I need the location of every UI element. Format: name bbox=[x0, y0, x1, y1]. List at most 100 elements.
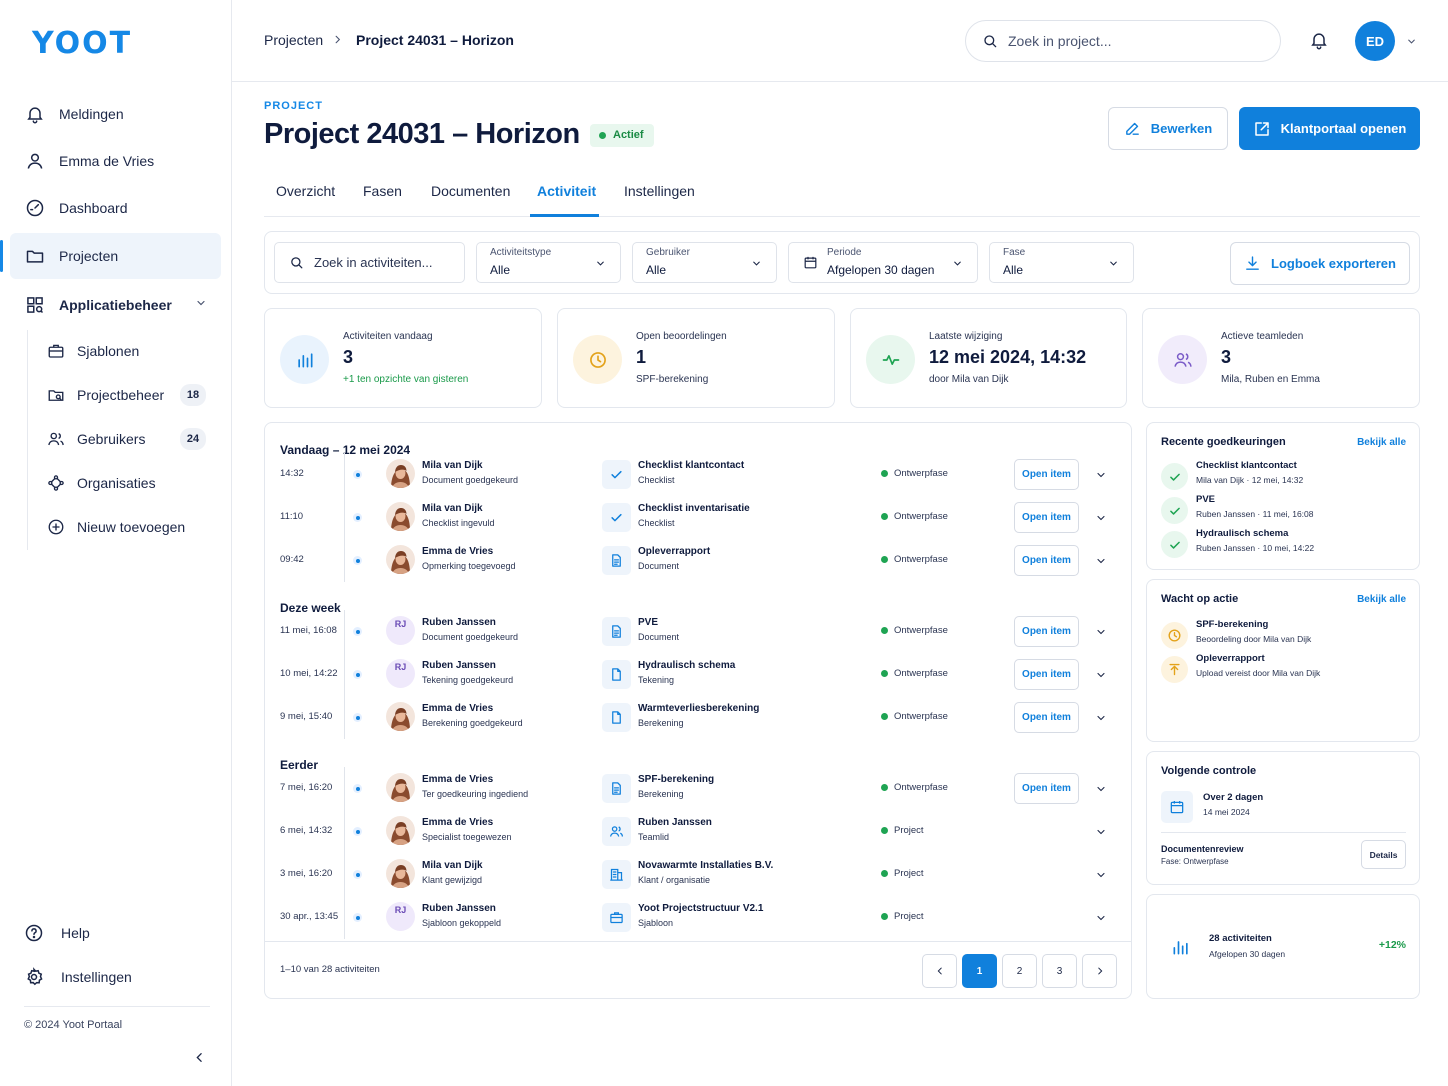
expand-row-chevron-icon[interactable] bbox=[1095, 626, 1107, 638]
activity-user: Mila van Dijk bbox=[422, 503, 483, 514]
tab-instellingen[interactable]: Instellingen bbox=[624, 183, 695, 199]
phase-select[interactable]: Fase Alle bbox=[989, 242, 1134, 283]
page-button-3[interactable]: 3 bbox=[1042, 954, 1077, 988]
open-item-button[interactable]: Open item bbox=[1014, 616, 1079, 647]
open-item-button[interactable]: Open item bbox=[1014, 459, 1079, 490]
waiting-item[interactable]: SPF-berekening Beoordeling door Mila van… bbox=[1161, 619, 1406, 651]
tab-documenten[interactable]: Documenten bbox=[431, 183, 510, 199]
activity-search-input[interactable]: Zoek in activiteiten... bbox=[274, 242, 465, 283]
open-item-button[interactable]: Open item bbox=[1014, 659, 1079, 690]
collapse-sidebar-button[interactable] bbox=[193, 1051, 206, 1064]
open-portal-button[interactable]: Klantportaal openen bbox=[1239, 107, 1420, 150]
user-avatar-initials: RJ bbox=[386, 902, 415, 931]
activity-stats-card: 28 activiteiten Afgelopen 30 dagen +12% bbox=[1146, 894, 1420, 999]
expand-row-chevron-icon[interactable] bbox=[1095, 912, 1107, 924]
sidebar-subitem-label: Projectbeheer bbox=[77, 387, 165, 403]
export-log-button[interactable]: Logboek exporteren bbox=[1230, 242, 1410, 285]
search-input[interactable]: Zoek in project... bbox=[965, 20, 1281, 62]
view-all-approvals-link[interactable]: Bekijk alle bbox=[1357, 437, 1406, 448]
sidebar-subitem-nieuw-toevoegen[interactable]: Nieuw toevoegen bbox=[46, 507, 211, 547]
activity-row[interactable]: 6 mei, 14:32 Emma de Vries Specialist toeg… bbox=[265, 810, 1131, 853]
activity-object[interactable]: SPF-berekening bbox=[638, 774, 714, 785]
page-button-2[interactable]: 2 bbox=[1002, 954, 1037, 988]
approval-item[interactable]: PVE Ruben Janssen · 11 mei, 16:08 bbox=[1161, 494, 1406, 526]
activity-object[interactable]: Checklist klantcontact bbox=[638, 460, 744, 471]
tab-fasen[interactable]: Fasen bbox=[363, 183, 402, 199]
sidebar-item-instellingen[interactable]: Instellingen bbox=[24, 967, 132, 987]
waiting-item[interactable]: Opleverrapport Upload vereist door Mila … bbox=[1161, 653, 1406, 685]
details-button[interactable]: Details bbox=[1361, 840, 1406, 869]
activity-object[interactable]: Hydraulisch schema bbox=[638, 660, 735, 671]
expand-row-chevron-icon[interactable] bbox=[1095, 469, 1107, 481]
select-value: Alle bbox=[490, 263, 511, 277]
activity-object[interactable]: Novawarmte Installaties B.V. bbox=[638, 860, 773, 871]
activity-row[interactable]: 11 mei, 16:08 RJ Ruben Janssen Document goe… bbox=[265, 610, 1131, 653]
expand-row-chevron-icon[interactable] bbox=[1095, 512, 1107, 524]
search-icon bbox=[289, 255, 304, 270]
edit-button[interactable]: Bewerken bbox=[1108, 107, 1228, 150]
sidebar-item-profile[interactable]: Emma de Vries bbox=[10, 138, 221, 184]
sidebar-subitem-organisaties[interactable]: Organisaties bbox=[46, 463, 211, 503]
activity-phase: Project bbox=[881, 825, 924, 836]
activity-object[interactable]: Checklist inventarisatie bbox=[638, 503, 750, 514]
clock-icon bbox=[1161, 622, 1188, 649]
breadcrumb-projecten[interactable]: Projecten bbox=[264, 32, 323, 48]
tab-activiteit[interactable]: Activiteit bbox=[537, 183, 596, 199]
sidebar-item-meldingen[interactable]: Meldingen bbox=[10, 91, 221, 137]
activity-object[interactable]: Yoot Projectstructuur V2.1 bbox=[638, 903, 763, 914]
file-icon bbox=[602, 703, 631, 732]
activity-object[interactable]: PVE bbox=[638, 617, 658, 628]
activity-row[interactable]: 7 mei, 16:20 Emma de Vries Ter goedkeuring… bbox=[265, 767, 1131, 810]
user-select[interactable]: Gebruiker Alle bbox=[632, 242, 777, 283]
approval-item[interactable]: Checklist klantcontact Mila van Dijk · 12… bbox=[1161, 460, 1406, 492]
help-icon bbox=[24, 923, 44, 943]
status-badge: Actief bbox=[590, 124, 654, 147]
open-item-button[interactable]: Open item bbox=[1014, 545, 1079, 576]
activity-row[interactable]: 11:10 Mila van Dijk Checklist ingevuld Chec… bbox=[265, 496, 1131, 539]
open-item-button[interactable]: Open item bbox=[1014, 502, 1079, 533]
sidebar-item-help[interactable]: Help bbox=[24, 923, 90, 943]
expand-row-chevron-icon[interactable] bbox=[1095, 783, 1107, 795]
page-button-1[interactable]: 1 bbox=[962, 954, 997, 988]
sidebar-subitem-sjablonen[interactable]: Sjablonen bbox=[46, 331, 211, 371]
sidebar-item-projecten[interactable]: Projecten bbox=[0, 233, 221, 279]
activity-object-type: Document bbox=[638, 632, 680, 642]
expand-row-chevron-icon[interactable] bbox=[1095, 555, 1107, 567]
expand-row-chevron-icon[interactable] bbox=[1095, 669, 1107, 681]
expand-row-chevron-icon[interactable] bbox=[1095, 712, 1107, 724]
open-item-button[interactable]: Open item bbox=[1014, 773, 1079, 804]
activity-object[interactable]: Opleverrapport bbox=[638, 546, 710, 557]
sidebar-item-applicatiebeheer[interactable]: Applicatiebeheer bbox=[10, 282, 221, 328]
yoot-logo[interactable]: YOOT bbox=[32, 26, 132, 61]
activity-row[interactable]: 30 apr., 13:45 RJ Ruben Janssen Sjabloon ge… bbox=[265, 896, 1131, 939]
activity-type-select[interactable]: Activiteitstype Alle bbox=[476, 242, 621, 283]
next-page-button[interactable] bbox=[1082, 954, 1117, 988]
activity-user: Mila van Dijk bbox=[422, 460, 483, 471]
user-avatar[interactable]: ED bbox=[1355, 21, 1395, 61]
activity-row[interactable]: 14:32 Mila van Dijk Document goedgekeurd Ch… bbox=[265, 453, 1131, 496]
sidebar-item-dashboard[interactable]: Dashboard bbox=[10, 185, 221, 231]
tab-overzicht[interactable]: Overzicht bbox=[276, 183, 335, 199]
activity-object[interactable]: Ruben Janssen bbox=[638, 817, 712, 828]
chevron-down-icon[interactable] bbox=[1406, 36, 1417, 47]
expand-row-chevron-icon[interactable] bbox=[1095, 826, 1107, 838]
prev-page-button[interactable] bbox=[922, 954, 957, 988]
activity-row[interactable]: 09:42 Emma de Vries Opmerking toegevoegd Op… bbox=[265, 539, 1131, 582]
activity-row[interactable]: 3 mei, 16:20 Mila van Dijk Klant gewijzigd… bbox=[265, 853, 1131, 896]
activity-row[interactable]: 10 mei, 14:22 RJ Ruben Janssen Tekening goe… bbox=[265, 653, 1131, 696]
timeline-dot bbox=[353, 627, 362, 636]
sidebar-subitem-projectbeheer[interactable]: Projectbeheer 18 bbox=[46, 375, 211, 415]
sidebar-subitem-gebruikers[interactable]: Gebruikers 24 bbox=[46, 419, 211, 459]
approval-item[interactable]: Hydraulisch schema Ruben Janssen · 10 mei… bbox=[1161, 528, 1406, 560]
timeline-dot bbox=[353, 784, 362, 793]
approval-title: PVE bbox=[1196, 494, 1216, 505]
activity-object-type: Checklist bbox=[638, 518, 675, 528]
view-all-waiting-link[interactable]: Bekijk alle bbox=[1357, 594, 1406, 605]
notifications-bell-icon[interactable] bbox=[1309, 30, 1329, 50]
apps-icon bbox=[24, 294, 46, 316]
activity-object[interactable]: Warmteverliesberekening bbox=[638, 703, 759, 714]
activity-row[interactable]: 9 mei, 15:40 Emma de Vries Berekening goed… bbox=[265, 696, 1131, 739]
period-select[interactable]: Periode Afgelopen 30 dagen bbox=[788, 242, 978, 283]
open-item-button[interactable]: Open item bbox=[1014, 702, 1079, 733]
expand-row-chevron-icon[interactable] bbox=[1095, 869, 1107, 881]
